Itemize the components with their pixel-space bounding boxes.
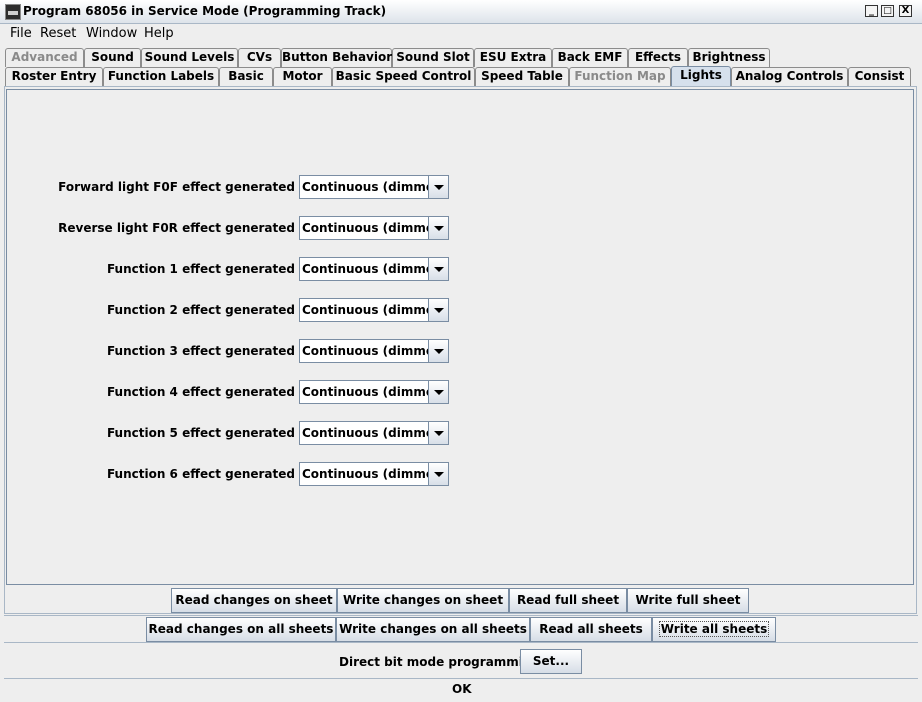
write-changes-on-all-sheets-button[interactable]: Write changes on all sheets bbox=[336, 617, 530, 642]
lights-panel bbox=[6, 89, 914, 585]
combo-function-2[interactable]: Continuous (dimmer) bbox=[299, 298, 449, 322]
combo-function-1[interactable]: Continuous (dimmer) bbox=[299, 257, 449, 281]
row-label-function-2: Function 2 effect generated bbox=[106, 303, 295, 317]
row-label-function-5: Function 5 effect generated bbox=[106, 426, 295, 440]
row-label-function-3: Function 3 effect generated bbox=[106, 344, 295, 358]
combo-function-6[interactable]: Continuous (dimmer) bbox=[299, 462, 449, 486]
maximize-icon[interactable]: □ bbox=[881, 5, 894, 17]
set-button[interactable]: Set... bbox=[520, 649, 582, 674]
tab-basic[interactable]: Basic bbox=[219, 67, 273, 86]
combo-forward-light[interactable]: Continuous (dimmer) bbox=[299, 175, 449, 199]
tab-consist[interactable]: Consist bbox=[848, 67, 911, 86]
row-label-function-4: Function 4 effect generated bbox=[106, 385, 295, 399]
tab-function-labels[interactable]: Function Labels bbox=[103, 67, 219, 86]
status-text: OK bbox=[452, 682, 472, 696]
chevron-down-icon[interactable] bbox=[428, 299, 448, 321]
tab-esu-extra[interactable]: ESU Extra bbox=[474, 48, 552, 67]
combo-value: Continuous (dimmer) bbox=[302, 467, 446, 481]
read-changes-on-sheet-button[interactable]: Read changes on sheet bbox=[171, 588, 337, 613]
tab-cvs[interactable]: CVs bbox=[238, 48, 281, 67]
chevron-down-icon[interactable] bbox=[428, 258, 448, 280]
chevron-down-icon[interactable] bbox=[428, 217, 448, 239]
close-icon[interactable]: X bbox=[899, 5, 912, 17]
combo-value: Continuous (dimmer) bbox=[302, 180, 446, 194]
tab-lights[interactable]: Lights bbox=[671, 66, 731, 87]
row-label-forward-light: Forward light F0F effect generated bbox=[58, 180, 295, 194]
divider bbox=[4, 678, 918, 679]
write-full-sheet-button[interactable]: Write full sheet bbox=[627, 588, 749, 613]
minimize-icon[interactable]: _ bbox=[865, 5, 878, 17]
menu-file[interactable]: File bbox=[10, 26, 32, 41]
combo-value: Continuous (dimmer) bbox=[302, 385, 446, 399]
read-full-sheet-button[interactable]: Read full sheet bbox=[509, 588, 627, 613]
write-all-sheets-label: Write all sheets bbox=[658, 621, 770, 637]
tab-speed-table[interactable]: Speed Table bbox=[475, 67, 569, 86]
tab-advanced[interactable]: Advanced bbox=[5, 48, 84, 67]
divider bbox=[4, 642, 918, 643]
combo-function-3[interactable]: Continuous (dimmer) bbox=[299, 339, 449, 363]
tab-button-behavior[interactable]: Button Behavior bbox=[281, 48, 392, 67]
window-title: Program 68056 in Service Mode (Programmi… bbox=[23, 4, 387, 18]
menu-window[interactable]: Window bbox=[86, 26, 137, 41]
tab-brightness[interactable]: Brightness bbox=[688, 48, 770, 67]
combo-value: Continuous (dimmer) bbox=[302, 262, 446, 276]
tab-analog-controls[interactable]: Analog Controls bbox=[731, 67, 848, 86]
combo-value: Continuous (dimmer) bbox=[302, 303, 446, 317]
title-bar: Program 68056 in Service Mode (Programmi… bbox=[0, 0, 922, 24]
menu-bar: File Reset Window Help bbox=[0, 24, 922, 44]
combo-function-4[interactable]: Continuous (dimmer) bbox=[299, 380, 449, 404]
row-label-function-6: Function 6 effect generated bbox=[106, 467, 295, 481]
chevron-down-icon[interactable] bbox=[428, 422, 448, 444]
divider bbox=[4, 615, 918, 616]
tab-effects[interactable]: Effects bbox=[628, 48, 688, 67]
menu-reset[interactable]: Reset bbox=[40, 26, 76, 41]
row-label-function-1: Function 1 effect generated bbox=[106, 262, 295, 276]
combo-function-5[interactable]: Continuous (dimmer) bbox=[299, 421, 449, 445]
tab-motor[interactable]: Motor bbox=[273, 67, 332, 86]
combo-value: Continuous (dimmer) bbox=[302, 221, 446, 235]
row-label-reverse-light: Reverse light F0R effect generated bbox=[58, 221, 295, 235]
combo-value: Continuous (dimmer) bbox=[302, 344, 446, 358]
app-icon[interactable] bbox=[5, 4, 21, 20]
write-all-sheets-button[interactable]: Write all sheets bbox=[652, 617, 776, 642]
read-changes-on-all-sheets-button[interactable]: Read changes on all sheets bbox=[146, 617, 336, 642]
write-changes-on-sheet-button[interactable]: Write changes on sheet bbox=[337, 588, 509, 613]
tab-function-map[interactable]: Function Map bbox=[569, 67, 671, 86]
tab-roster-entry[interactable]: Roster Entry bbox=[5, 67, 103, 86]
tab-sound-levels[interactable]: Sound Levels bbox=[141, 48, 238, 67]
combo-value: Continuous (dimmer) bbox=[302, 426, 446, 440]
combo-reverse-light[interactable]: Continuous (dimmer) bbox=[299, 216, 449, 240]
chevron-down-icon[interactable] bbox=[428, 381, 448, 403]
programming-mode-label: Direct bit mode programming bbox=[339, 655, 541, 669]
tab-basic-speed-control[interactable]: Basic Speed Control bbox=[332, 67, 475, 86]
chevron-down-icon[interactable] bbox=[428, 340, 448, 362]
tab-back-emf[interactable]: Back EMF bbox=[552, 48, 628, 67]
menu-help[interactable]: Help bbox=[144, 26, 174, 41]
tab-sound-slot[interactable]: Sound Slot bbox=[392, 48, 474, 67]
read-all-sheets-button[interactable]: Read all sheets bbox=[530, 617, 652, 642]
tab-sound[interactable]: Sound bbox=[84, 48, 141, 67]
chevron-down-icon[interactable] bbox=[428, 176, 448, 198]
chevron-down-icon[interactable] bbox=[428, 463, 448, 485]
